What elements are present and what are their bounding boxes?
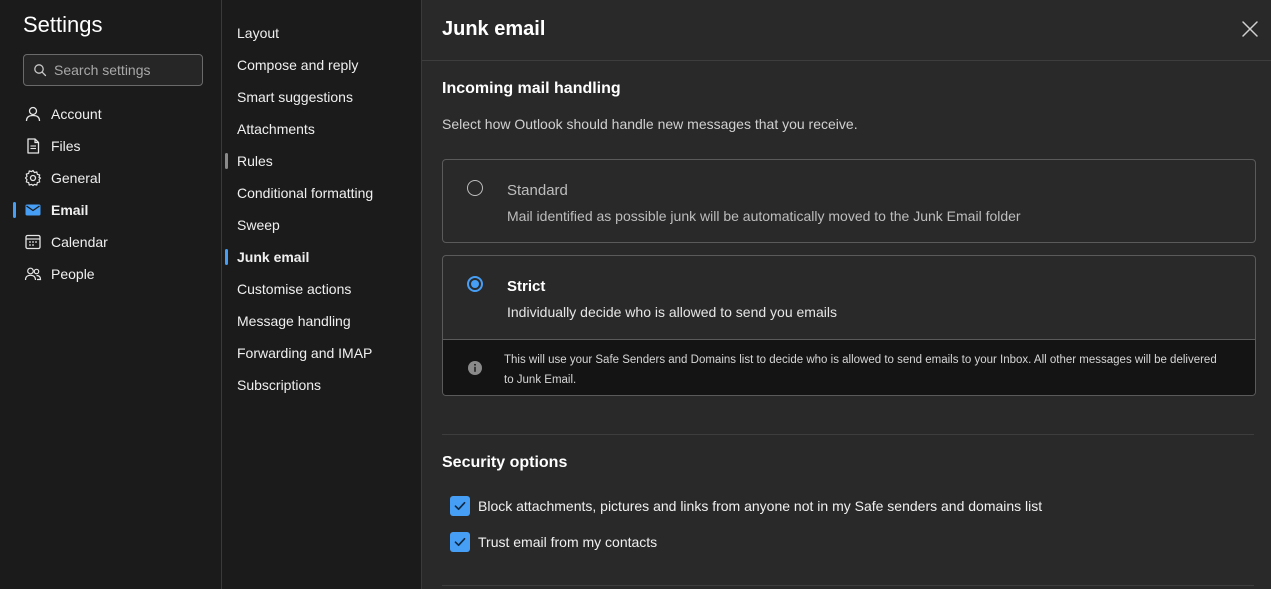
sidebar-item-calendar[interactable]: Calendar xyxy=(0,226,222,258)
subnav-item-label: Attachments xyxy=(237,121,315,137)
sidebar-item-files[interactable]: Files xyxy=(0,130,222,162)
subnav-item-compose-and-reply[interactable]: Compose and reply xyxy=(222,49,422,81)
sidebar-item-label: Account xyxy=(51,106,102,122)
sidebar-item-people[interactable]: People xyxy=(0,258,222,290)
sidebar-item-label: Email xyxy=(51,202,89,218)
subnav-item-layout[interactable]: Layout xyxy=(222,17,422,49)
subnav-item-forwarding-and-imap[interactable]: Forwarding and IMAP xyxy=(222,337,422,369)
subnav-item-label: Layout xyxy=(237,25,280,41)
gear-icon xyxy=(23,168,43,188)
block-attachments-checkbox-row[interactable]: Block attachments, pictures and links fr… xyxy=(450,495,1042,517)
checkbox-label: Trust email from my contacts xyxy=(478,534,658,550)
mail-icon xyxy=(23,200,43,220)
settings-nav: Account Files General Email Calendar Peo… xyxy=(0,98,222,290)
section-divider xyxy=(442,585,1254,586)
security-options-heading: Security options xyxy=(442,454,568,471)
selection-indicator xyxy=(13,202,16,218)
page-title: Junk email xyxy=(442,18,546,40)
subnav-item-junk-email[interactable]: Junk email xyxy=(222,241,422,273)
subnav-item-label: Conditional formatting xyxy=(237,185,374,201)
incoming-mail-description: Select how Outlook should handle new mes… xyxy=(442,116,858,132)
close-icon xyxy=(1242,21,1258,37)
people-icon xyxy=(23,264,43,284)
option-label: Strict xyxy=(507,278,546,295)
subnav-item-label: Sweep xyxy=(237,217,280,233)
strict-info-text: This will use your Safe Senders and Doma… xyxy=(504,354,1217,386)
strict-radio[interactable] xyxy=(467,276,483,292)
sidebar-item-account[interactable]: Account xyxy=(0,98,222,130)
close-button[interactable] xyxy=(1239,18,1261,40)
sidebar-item-label: Files xyxy=(51,138,81,154)
subnav-item-smart-suggestions[interactable]: Smart suggestions xyxy=(222,81,422,113)
settings-sidebar: Settings Account xyxy=(0,0,222,589)
option-strict[interactable]: Strict Individually decide who is allowe… xyxy=(442,255,1256,396)
checkbox-label: Block attachments, pictures and links fr… xyxy=(478,498,1043,514)
sidebar-item-label: People xyxy=(51,266,95,282)
hover-indicator xyxy=(225,153,228,169)
option-description: Individually decide who is allowed to se… xyxy=(507,304,837,320)
subnav-item-label: Compose and reply xyxy=(237,57,359,73)
checkmark-icon xyxy=(454,501,466,511)
sidebar-item-email[interactable]: Email xyxy=(0,194,222,226)
email-subnav: Layout Compose and reply Smart suggestio… xyxy=(222,0,422,589)
option-description: Mail identified as possible junk will be… xyxy=(507,208,1021,224)
document-icon xyxy=(23,136,43,156)
settings-title: Settings xyxy=(23,12,103,37)
checkmark-icon xyxy=(454,537,466,547)
search-input[interactable] xyxy=(54,62,194,78)
sidebar-item-label: Calendar xyxy=(51,234,108,250)
selection-indicator xyxy=(225,249,228,265)
incoming-mail-heading: Incoming mail handling xyxy=(442,80,621,97)
subnav-item-label: Smart suggestions xyxy=(237,89,353,105)
strict-info-bar: This will use your Safe Senders and Doma… xyxy=(443,339,1255,395)
junk-email-panel: Junk email Incoming mail handling Select… xyxy=(422,0,1271,589)
subnav-item-message-handling[interactable]: Message handling xyxy=(222,305,422,337)
trust-contacts-checkbox-row[interactable]: Trust email from my contacts xyxy=(450,531,657,553)
sidebar-item-general[interactable]: General xyxy=(0,162,222,194)
subnav-item-label: Junk email xyxy=(237,249,310,265)
section-divider xyxy=(442,434,1254,435)
subnav-item-label: Forwarding and IMAP xyxy=(237,345,373,361)
subnav-item-rules[interactable]: Rules xyxy=(222,145,422,177)
info-icon xyxy=(468,361,482,375)
panel-header: Junk email xyxy=(422,0,1271,61)
subnav-item-label: Message handling xyxy=(237,313,351,329)
person-icon xyxy=(23,104,43,124)
sidebar-item-label: General xyxy=(51,170,101,186)
block-attachments-checkbox[interactable] xyxy=(450,496,470,516)
subnav-item-sweep[interactable]: Sweep xyxy=(222,209,422,241)
subnav-item-label: Subscriptions xyxy=(237,377,322,393)
trust-contacts-checkbox[interactable] xyxy=(450,532,470,552)
subnav-item-attachments[interactable]: Attachments xyxy=(222,113,422,145)
settings-window: Settings Account xyxy=(0,0,1271,589)
search-icon xyxy=(32,62,48,78)
calendar-icon xyxy=(23,232,43,252)
subnav-item-conditional-formatting[interactable]: Conditional formatting xyxy=(222,177,422,209)
subnav-item-label: Customise actions xyxy=(237,281,352,297)
option-label: Standard xyxy=(507,182,568,199)
subnav-item-subscriptions[interactable]: Subscriptions xyxy=(222,369,422,401)
standard-radio[interactable] xyxy=(467,180,483,196)
subnav-item-customise-actions[interactable]: Customise actions xyxy=(222,273,422,305)
search-box[interactable] xyxy=(23,54,203,86)
subnav-item-label: Rules xyxy=(237,153,273,169)
option-standard[interactable]: Standard Mail identified as possible jun… xyxy=(442,159,1256,243)
